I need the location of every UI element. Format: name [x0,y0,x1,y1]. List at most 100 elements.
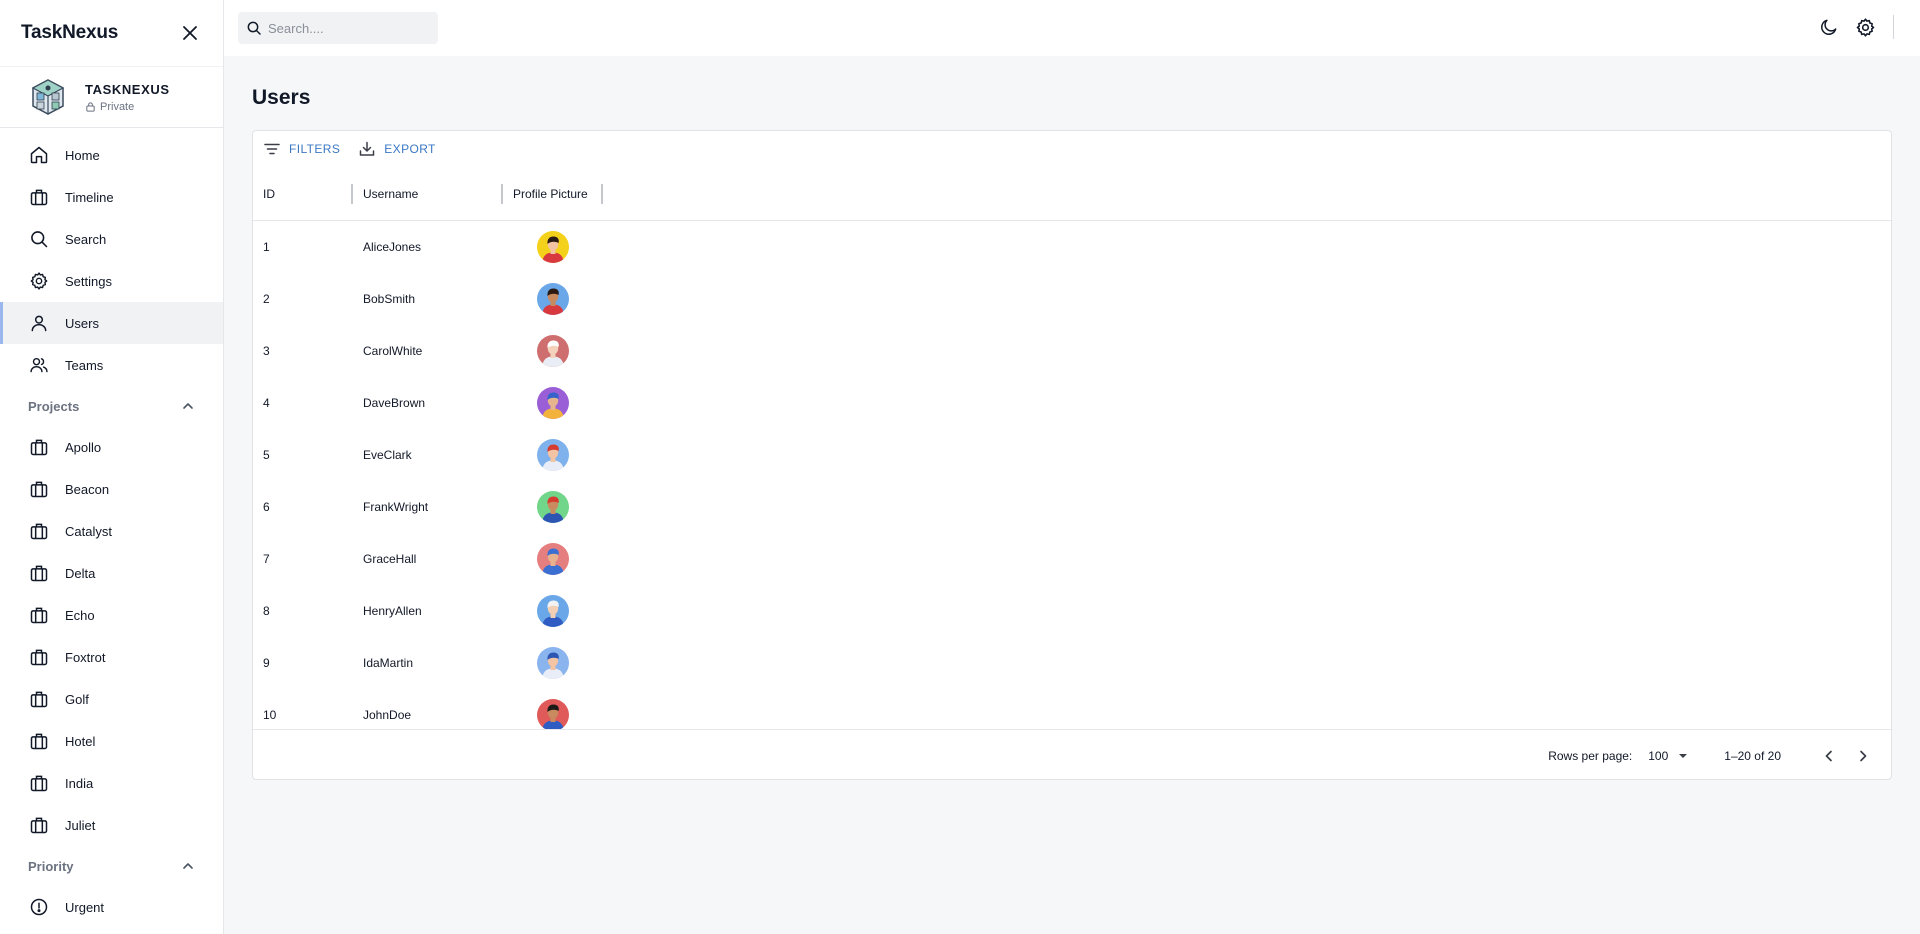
project-item-golf[interactable]: Golf [0,678,223,720]
cell-username: IdaMartin [363,656,414,670]
cell-id: 10 [263,708,277,722]
table-row[interactable]: 8 HenryAllen [253,585,1891,637]
avatar [537,335,569,367]
briefcase-icon [30,817,48,834]
project-item-catalyst[interactable]: Catalyst [0,510,223,552]
avatar [537,543,569,575]
nav-item-home[interactable]: Home [0,134,223,176]
filters-label: FILTERS [289,142,341,156]
table-row[interactable]: 1 AliceJones [253,221,1891,273]
project-label: Hotel [65,733,96,749]
briefcase-icon [30,733,48,750]
column-header-profile-picture[interactable]: Profile Picture [503,167,603,221]
project-item-india[interactable]: India [0,762,223,804]
chevron-up-icon [183,403,193,409]
avatar [537,387,569,419]
previous-page-button[interactable] [1815,742,1843,770]
table-row[interactable]: 6 FrankWright [253,481,1891,533]
cell-username: EveClark [363,448,412,462]
chevron-right-icon [1860,750,1867,761]
briefcase-icon [30,649,48,666]
project-item-hotel[interactable]: Hotel [0,720,223,762]
priority-section-label: Priority [28,858,74,874]
rows-per-page-select[interactable]: 100 [1648,749,1688,763]
priority-item-urgent[interactable]: Urgent [0,886,223,928]
project-item-delta[interactable]: Delta [0,552,223,594]
users-data-grid: FILTERS EXPORT ID Username Profile Pictu… [252,130,1892,780]
avatar [537,491,569,523]
briefcase-icon [30,189,48,206]
avatar [537,595,569,627]
settings-button[interactable] [1853,15,1877,39]
column-header-username[interactable]: Username [353,167,503,221]
priority-section-toggle[interactable]: Priority [0,846,223,886]
cell-profile-picture [503,595,603,627]
project-label: Golf [65,691,89,707]
chevron-up-icon [183,863,193,869]
avatar [537,439,569,471]
filters-button[interactable]: FILTERS [263,140,340,158]
home-icon [30,146,48,164]
avatar [537,699,569,729]
cell-id: 6 [263,500,270,514]
table-row[interactable]: 7 GraceHall [253,533,1891,585]
projects-section-toggle[interactable]: Projects [0,386,223,426]
cell-profile-picture [503,439,603,471]
briefcase-icon [30,691,48,708]
search-input[interactable] [268,20,428,36]
nav-item-teams[interactable]: Teams [0,344,223,386]
project-item-foxtrot[interactable]: Foxtrot [0,636,223,678]
nav-label: Home [65,147,100,163]
column-header-id[interactable]: ID [253,167,353,221]
project-label: Foxtrot [65,649,106,665]
project-item-echo[interactable]: Echo [0,594,223,636]
workspace-visibility: Private [100,100,135,113]
table-row[interactable]: 9 IdaMartin [253,637,1891,689]
dark-mode-toggle[interactable] [1817,15,1841,39]
nav-item-search[interactable]: Search [0,218,223,260]
close-icon [183,26,197,40]
nav-item-settings[interactable]: Settings [0,260,223,302]
table-row[interactable]: 10 JohnDoe [253,689,1891,729]
workspace-switcher[interactable]: TASKNEXUS Private [0,66,223,128]
cell-profile-picture [503,699,603,729]
next-page-button[interactable] [1849,742,1877,770]
cell-username: BobSmith [363,292,416,306]
nav-item-timeline[interactable]: Timeline [0,176,223,218]
export-label: EXPORT [384,142,436,156]
briefcase-icon [30,523,48,540]
cell-username: GraceHall [363,552,417,566]
chevron-left-icon [1825,750,1832,761]
cell-id: 8 [263,604,270,618]
users-icon [30,357,48,373]
cell-id: 1 [263,240,270,254]
table-row[interactable]: 2 BobSmith [253,273,1891,325]
cell-profile-picture [503,543,603,575]
close-sidebar-button[interactable] [178,21,202,45]
table-row[interactable]: 3 CarolWhite [253,325,1891,377]
table-row[interactable]: 4 DaveBrown [253,377,1891,429]
table-row[interactable]: 5 EveClark [253,429,1891,481]
table-body: 1 AliceJones 2 BobSmith 3 CarolWhite 4 DaveBrow… [253,221,1891,729]
workspace-name: TASKNEXUS [85,81,170,97]
lock-icon [86,102,95,112]
search-box[interactable] [238,12,438,44]
project-item-juliet[interactable]: Juliet [0,804,223,846]
export-button[interactable]: EXPORT [358,140,436,158]
project-item-apollo[interactable]: Apollo [0,426,223,468]
project-label: Echo [65,607,95,623]
sidebar: TaskNexus TASKNEXUS Private Home Timelin… [0,0,224,934]
toolbar-divider [1893,15,1894,39]
cell-username: AliceJones [363,240,422,254]
sidebar-header: TaskNexus [0,0,223,66]
cell-username: JohnDoe [363,708,412,722]
workspace-logo [31,79,65,115]
moon-icon [1821,19,1837,35]
cell-profile-picture [503,283,603,315]
projects-section-label: Projects [28,398,80,414]
cell-username: CarolWhite [363,344,423,358]
nav-item-users[interactable]: Users [0,302,223,344]
nav-label: Teams [65,357,104,373]
project-item-beacon[interactable]: Beacon [0,468,223,510]
column-resize-handle[interactable] [601,183,603,204]
